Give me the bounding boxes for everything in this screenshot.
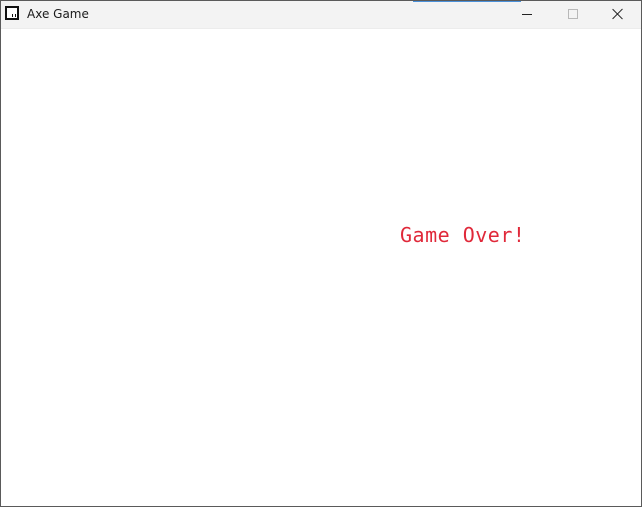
app-window: Axe Game Game Over! [0,0,642,507]
game-canvas[interactable]: Game Over! [1,29,641,506]
window-title: Axe Game [27,7,89,21]
minimize-button[interactable] [503,1,549,28]
close-button[interactable] [595,1,641,28]
minimize-icon [522,14,532,15]
close-icon [612,8,624,20]
game-over-text: Game Over! [400,223,526,247]
title-bar[interactable]: Axe Game [1,1,641,29]
maximize-button[interactable] [549,1,595,28]
app-window-icon[interactable] [5,6,19,20]
maximize-icon [568,9,578,19]
